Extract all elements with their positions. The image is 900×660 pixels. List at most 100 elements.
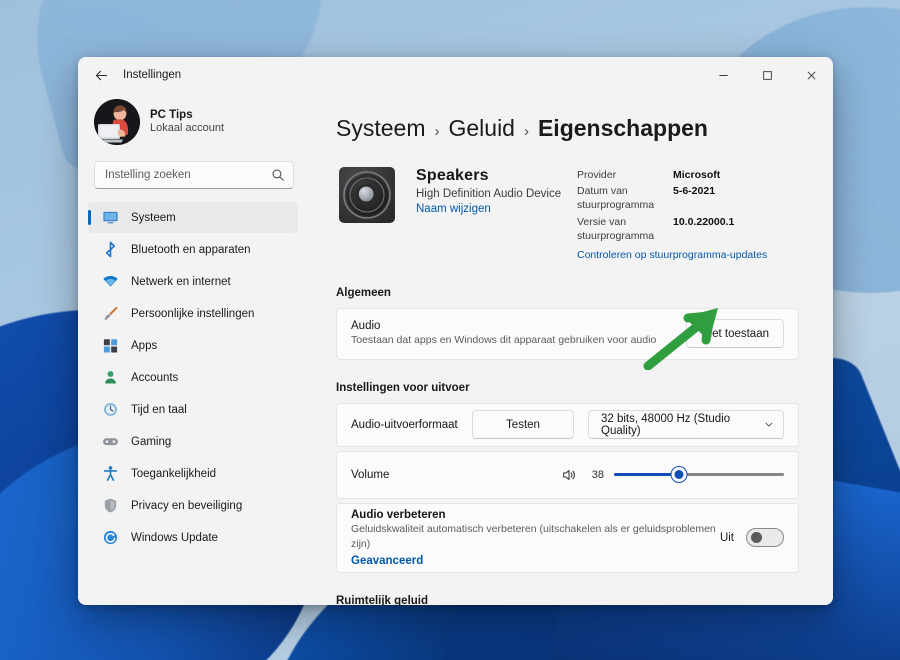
paintbrush-icon xyxy=(102,305,119,322)
output-format-card: Audio-uitvoerformaat Testen 32 bits, 480… xyxy=(336,402,799,447)
search-input[interactable] xyxy=(105,169,271,181)
search-icon xyxy=(271,168,285,182)
close-icon xyxy=(807,71,815,79)
person-icon xyxy=(102,369,119,386)
minimize-button[interactable] xyxy=(701,57,745,93)
rename-device-link[interactable]: Naam wijzigen xyxy=(416,203,577,215)
sidebar-item-label: Apps xyxy=(131,339,158,352)
account-section[interactable]: PC Tips Lokaal account xyxy=(84,93,302,155)
device-header: Speakers High Definition Audio Device Na… xyxy=(336,164,799,261)
sidebar-item-windows-update[interactable]: Windows Update xyxy=(88,522,298,553)
driver-value: 10.0.22000.1 xyxy=(673,215,735,228)
enhance-toggle[interactable] xyxy=(746,528,784,548)
enhance-toggle-state: Uit xyxy=(719,531,734,544)
sidebar-item-label: Tijd en taal xyxy=(131,403,187,416)
slider-thumb[interactable] xyxy=(671,467,687,483)
slider-fill xyxy=(614,473,679,477)
toggle-knob xyxy=(751,532,762,544)
search-box[interactable] xyxy=(94,161,294,189)
sidebar-item-apps[interactable]: Apps xyxy=(88,330,298,361)
speaker-icon xyxy=(336,164,398,226)
driver-key: Datum van stuurprogramma xyxy=(577,185,655,212)
enhance-toggle-group: Uit xyxy=(719,528,784,548)
clock-globe-icon xyxy=(102,401,119,418)
bluetooth-icon xyxy=(102,241,119,258)
advanced-link[interactable]: Geavanceerd xyxy=(351,555,720,567)
check-driver-updates-link[interactable]: Controleren op stuurprogramma-updates xyxy=(577,249,799,261)
sidebar-item-tijd-en-taal[interactable]: Tijd en taal xyxy=(88,394,298,425)
apps-grid-icon xyxy=(102,337,119,354)
sidebar-item-label: Persoonlijke instellingen xyxy=(131,307,255,320)
sidebar-item-label: Bluetooth en apparaten xyxy=(131,243,251,256)
maximize-icon xyxy=(762,70,772,80)
breadcrumb-geluid[interactable]: Geluid xyxy=(448,115,514,142)
driver-value: 5-6-2021 xyxy=(673,185,716,198)
back-button[interactable] xyxy=(86,61,116,89)
breadcrumb-separator: › xyxy=(523,123,529,140)
section-title-instellingen-voor-uitvoer: Instellingen voor uitvoer xyxy=(336,381,470,394)
audio-card-subtitle: Toestaan dat apps en Windows dit apparaa… xyxy=(351,333,657,346)
device-info: Speakers High Definition Audio Device Na… xyxy=(416,164,577,215)
sidebar-item-systeem[interactable]: Systeem xyxy=(88,202,298,233)
device-description: High Definition Audio Device xyxy=(416,188,562,200)
sidebar-item-label: Toegankelijkheid xyxy=(131,467,217,480)
sidebar-item-label: Systeem xyxy=(131,211,176,224)
volume-slider[interactable] xyxy=(614,467,784,483)
sidebar-item-bluetooth-en-apparaten[interactable]: Bluetooth en apparaten xyxy=(88,234,298,265)
volume-label: Volume xyxy=(351,468,390,481)
window-body: PC Tips Lokaal account Instelling zoeken… xyxy=(78,93,833,605)
output-format-value: 32 bits, 48000 Hz (Studio Quality) xyxy=(601,412,731,437)
navigation-list: Systeem Bluetooth en apparaten Netwerk e… xyxy=(84,199,302,605)
desktop: Instellingen PC Tips Lokaal account Inst… xyxy=(0,0,900,660)
back-arrow-icon xyxy=(95,70,107,80)
sidebar: PC Tips Lokaal account Instelling zoeken… xyxy=(78,93,308,605)
section-title-algemeen: Algemeen xyxy=(336,286,391,299)
sidebar-item-persoonlijke-instellingen[interactable]: Persoonlijke instellingen xyxy=(88,298,298,329)
account-name: PC Tips xyxy=(150,108,193,121)
test-button[interactable]: Testen xyxy=(472,410,574,440)
volume-value: 38 xyxy=(591,468,604,481)
sidebar-item-toegankelijkheid[interactable]: Toegankelijkheid xyxy=(88,458,298,489)
disallow-audio-button[interactable]: Niet toestaan xyxy=(686,319,784,349)
driver-row: Versie van stuurprogramma 10.0.22000.1 xyxy=(577,215,799,243)
user-avatar-illustration xyxy=(94,99,140,145)
sidebar-item-label: Privacy en beveiliging xyxy=(131,499,243,512)
account-type: Lokaal account xyxy=(150,122,224,135)
update-refresh-icon xyxy=(102,529,119,546)
shield-icon xyxy=(102,497,119,514)
sidebar-item-label: Gaming xyxy=(131,435,172,448)
window-controls xyxy=(701,57,833,93)
sidebar-item-label: Windows Update xyxy=(131,531,218,544)
sidebar-item-accounts[interactable]: Accounts xyxy=(88,362,298,393)
driver-value: Microsoft xyxy=(673,169,721,181)
volume-control: 38 xyxy=(561,467,784,483)
sidebar-item-label: Accounts xyxy=(131,371,179,384)
sidebar-item-gaming[interactable]: Gaming xyxy=(88,426,298,457)
speaker-wave-icon[interactable] xyxy=(561,467,577,483)
driver-key: Versie van stuurprogramma xyxy=(577,215,655,242)
breadcrumb: Systeem › Geluid › Eigenschappen xyxy=(336,115,799,142)
maximize-button[interactable] xyxy=(745,57,789,93)
output-format-dropdown[interactable]: 32 bits, 48000 Hz (Studio Quality) xyxy=(588,410,784,440)
settings-window: Instellingen PC Tips Lokaal account Inst… xyxy=(78,57,833,605)
breadcrumb-systeem[interactable]: Systeem xyxy=(336,115,425,142)
breadcrumb-eigenschappen: Eigenschappen xyxy=(537,115,708,141)
audio-card-title: Audio xyxy=(351,319,381,332)
chevron-down-icon xyxy=(765,423,773,427)
content-area: Systeem › Geluid › Eigenschappen Speaker… xyxy=(308,93,833,605)
enhance-subtitle: Geluidskwaliteit automatisch verbeteren … xyxy=(351,523,716,551)
audio-permission-card: Audio Toestaan dat apps en Windows dit a… xyxy=(336,307,799,360)
driver-row: Provider Microsoft xyxy=(577,168,799,182)
driver-details: Provider Microsoft Datum van stuurprogra… xyxy=(577,164,799,261)
minimize-icon xyxy=(718,74,728,76)
section-title-ruimtelijk-geluid: Ruimtelijk geluid xyxy=(336,594,429,605)
volume-card: Volume 38 xyxy=(336,450,799,499)
sidebar-item-privacy-en-beveiliging[interactable]: Privacy en beveiliging xyxy=(88,490,298,521)
driver-row: Datum van stuurprogramma 5-6-2021 xyxy=(577,184,799,212)
close-button[interactable] xyxy=(789,57,833,93)
monitor-icon xyxy=(102,209,119,226)
sidebar-item-netwerk-en-internet[interactable]: Netwerk en internet xyxy=(88,266,298,297)
app-title: Instellingen xyxy=(123,69,182,81)
gamepad-icon xyxy=(102,433,119,450)
driver-key: Provider xyxy=(577,169,617,181)
